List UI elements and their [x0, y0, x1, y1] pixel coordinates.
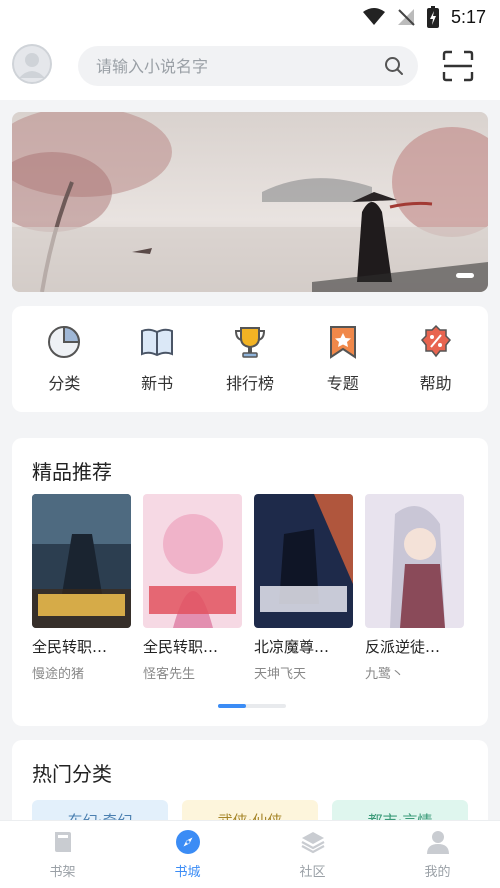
nav-item-topics[interactable]: 专题 [303, 324, 383, 394]
bottom-tab-bar: 书架 书城 社区 我的 [0, 820, 500, 888]
tab-label: 社区 [299, 865, 326, 880]
nav-label-new-books: 新书 [141, 374, 174, 393]
search-input[interactable] [96, 56, 356, 76]
book-item[interactable]: 全民转职… 怪客先生 [143, 494, 242, 682]
hot-category-title: 热门分类 [32, 762, 112, 786]
compass-icon [175, 830, 200, 854]
tab-label: 我的 [424, 865, 451, 880]
book-title: 全民转职… [32, 638, 108, 656]
tab-bookstore[interactable]: 书城 [125, 821, 250, 888]
book-cover-art [254, 494, 353, 628]
book-title: 反派逆徒… [365, 638, 441, 656]
bookmark-star-icon [329, 326, 356, 359]
search-icon[interactable] [384, 56, 404, 76]
nav-card: 分类 新书 排行榜 专题 帮助 [12, 306, 488, 412]
book-author: 天坤飞天 [254, 667, 307, 682]
book-cover-art [143, 494, 242, 628]
pie-chart-icon [48, 325, 81, 358]
avatar[interactable] [12, 44, 52, 84]
person-icon [426, 831, 449, 854]
status-icons: 5:17 [362, 6, 486, 28]
bookshelf-icon [54, 832, 71, 852]
book-open-icon [141, 328, 174, 357]
banner-carousel[interactable] [12, 112, 488, 292]
carousel-scroll-indicator [218, 704, 286, 708]
book-author: 慢途的猪 [32, 667, 85, 682]
no-signal-icon [397, 9, 415, 26]
recommend-title: 精品推荐 [32, 460, 112, 484]
tab-label: 书架 [49, 865, 76, 880]
tab-label: 书城 [174, 865, 201, 880]
banner-page-indicator [456, 273, 474, 278]
book-cover [32, 494, 131, 628]
nav-label-topics: 专题 [326, 374, 359, 393]
search-bar[interactable] [78, 46, 418, 86]
book-author: 九鹭丶 [365, 667, 405, 682]
default-avatar-icon [12, 44, 52, 84]
book-title: 北凉魔尊… [254, 638, 330, 656]
book-item[interactable]: 反派逆徒… 九鹭丶 [365, 494, 464, 682]
book-item[interactable]: 全民转职… 慢途的猪 [32, 494, 131, 682]
nav-label-help: 帮助 [419, 374, 452, 393]
nav-label-category: 分类 [48, 374, 81, 393]
status-time: 5:17 [450, 6, 486, 27]
header [0, 36, 500, 100]
nav-item-category[interactable]: 分类 [24, 324, 104, 394]
nav-label-ranking: 排行榜 [225, 374, 274, 393]
book-cover-art [365, 494, 464, 628]
book-cover [254, 494, 353, 628]
wifi-icon [362, 8, 385, 25]
nav-item-ranking[interactable]: 排行榜 [210, 324, 290, 394]
tab-community[interactable]: 社区 [250, 821, 375, 888]
book-cover [143, 494, 242, 628]
carousel-scroll-thumb [218, 704, 246, 708]
nav-item-new-books[interactable]: 新书 [117, 324, 197, 394]
book-cover [365, 494, 464, 628]
book-title: 全民转职… [143, 638, 219, 656]
scan-icon[interactable] [440, 48, 476, 84]
tab-bookshelf[interactable]: 书架 [0, 821, 125, 888]
tab-profile[interactable]: 我的 [375, 821, 500, 888]
nav-item-help[interactable]: 帮助 [396, 324, 476, 394]
book-item[interactable]: 北凉魔尊… 天坤飞天 [254, 494, 353, 682]
trophy-icon [234, 327, 265, 358]
status-bar: 5:17 [0, 0, 500, 36]
recommend-card: 精品推荐 全民转职… 慢途的猪 全民转职… 怪客先生 北凉魔尊… 天坤飞天 反派… [12, 438, 488, 726]
banner-ink-landscape-image [12, 112, 488, 292]
book-author: 怪客先生 [143, 667, 196, 682]
book-carousel[interactable]: 全民转职… 慢途的猪 全民转职… 怪客先生 北凉魔尊… 天坤飞天 反派逆徒… 九… [32, 494, 488, 682]
layers-icon [300, 832, 325, 854]
book-cover-art [32, 494, 131, 628]
battery-charging-icon [426, 6, 439, 28]
help-badge-icon [420, 324, 451, 358]
